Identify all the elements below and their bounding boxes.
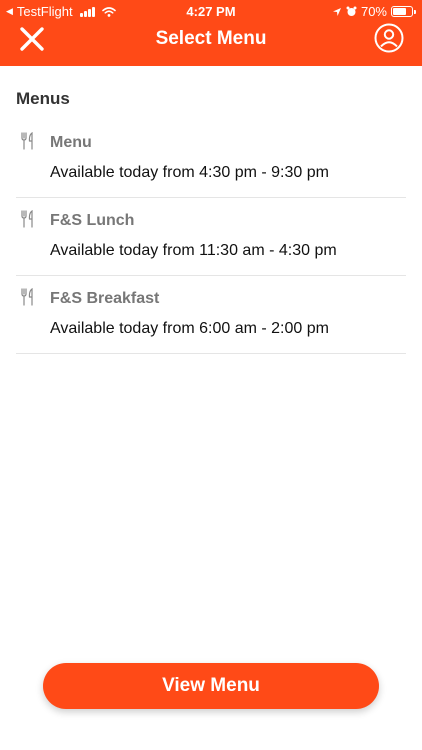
location-arrow-icon (332, 7, 341, 16)
status-right: 70% (332, 4, 416, 19)
battery-percent: 70% (360, 4, 387, 19)
menu-list: Menu Available today from 4:30 pm - 9:30… (16, 120, 406, 354)
battery-icon (391, 6, 416, 17)
status-bar: ◀ TestFlight 4:27 PM 70% (0, 0, 422, 22)
fork-knife-icon (21, 288, 33, 306)
menu-availability: Available today from 4:30 pm - 9:30 pm (50, 164, 329, 181)
section-title: Menus (16, 89, 70, 108)
menu-list-item[interactable]: F&S Breakfast Available today from 6:00 … (16, 276, 406, 354)
alarm-icon (346, 6, 357, 16)
menu-availability: Available today from 6:00 am - 2:00 pm (50, 320, 329, 337)
fork-knife-icon (21, 132, 33, 150)
fork-knife-icon (21, 210, 33, 228)
menu-name: F&S Lunch (50, 212, 135, 229)
menu-name: Menu (50, 134, 92, 151)
header-bar: ◀ TestFlight 4:27 PM 70% Select Menu (0, 0, 422, 66)
view-menu-button[interactable]: View Menu (43, 663, 379, 709)
menu-list-item[interactable]: F&S Lunch Available today from 11:30 am … (16, 198, 406, 276)
menu-availability: Available today from 11:30 am - 4:30 pm (50, 242, 337, 259)
menu-name: F&S Breakfast (50, 290, 160, 307)
page-title: Select Menu (155, 28, 267, 49)
user-circle-icon[interactable] (373, 22, 405, 54)
menu-list-item[interactable]: Menu Available today from 4:30 pm - 9:30… (16, 120, 406, 198)
